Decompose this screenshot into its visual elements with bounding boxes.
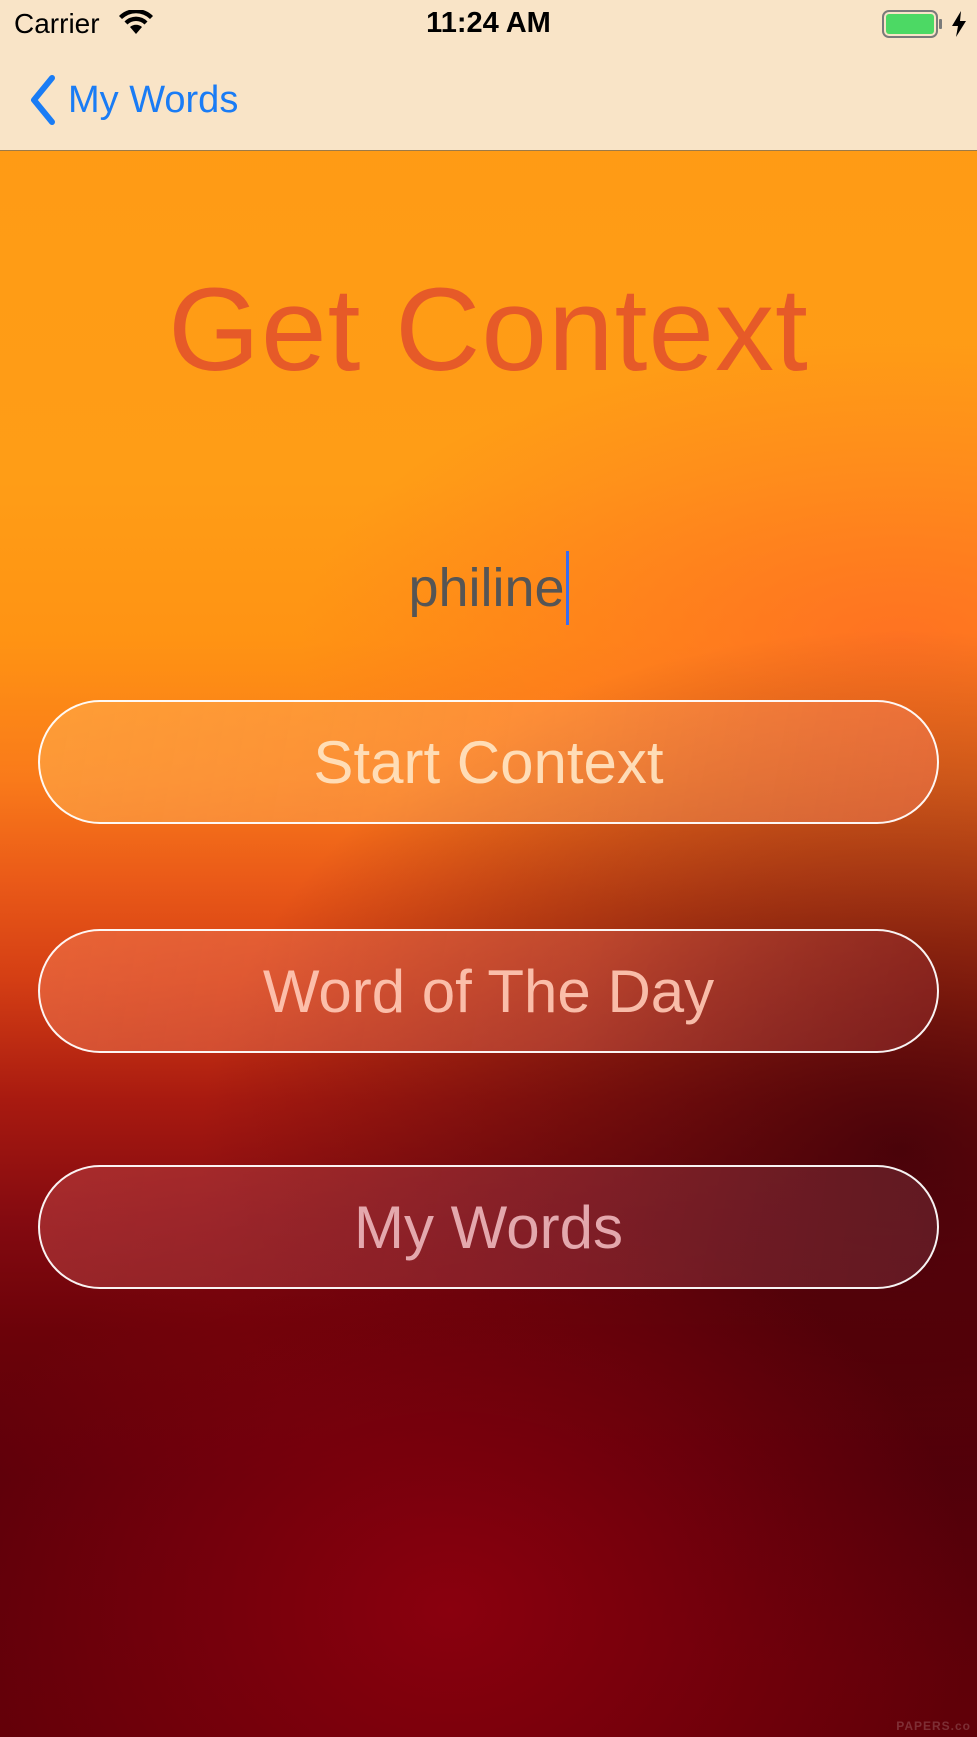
word-input-container: philine	[0, 548, 977, 628]
watermark: PAPERS.co	[896, 1719, 971, 1733]
charging-bolt-icon	[952, 11, 966, 37]
page-title: Get Context	[168, 264, 809, 396]
navigation-bar: My Words	[0, 50, 977, 151]
status-time: 11:24 AM	[426, 7, 551, 39]
chevron-left-icon	[31, 75, 55, 125]
word-input-value: philine	[408, 558, 565, 618]
word-of-the-day-button[interactable]: Word of The Day	[38, 929, 939, 1053]
word-input[interactable]: philine	[408, 551, 569, 625]
back-button-label: My Words	[68, 78, 239, 121]
my-words-button[interactable]: My Words	[38, 1165, 939, 1289]
start-context-button[interactable]: Start Context	[38, 700, 939, 824]
back-button[interactable]: My Words	[28, 72, 238, 128]
background-gradient	[0, 0, 977, 1737]
battery-full-icon	[882, 10, 942, 38]
text-caret	[565, 551, 569, 625]
status-bar: Carrier 11:24 AM	[0, 0, 977, 50]
